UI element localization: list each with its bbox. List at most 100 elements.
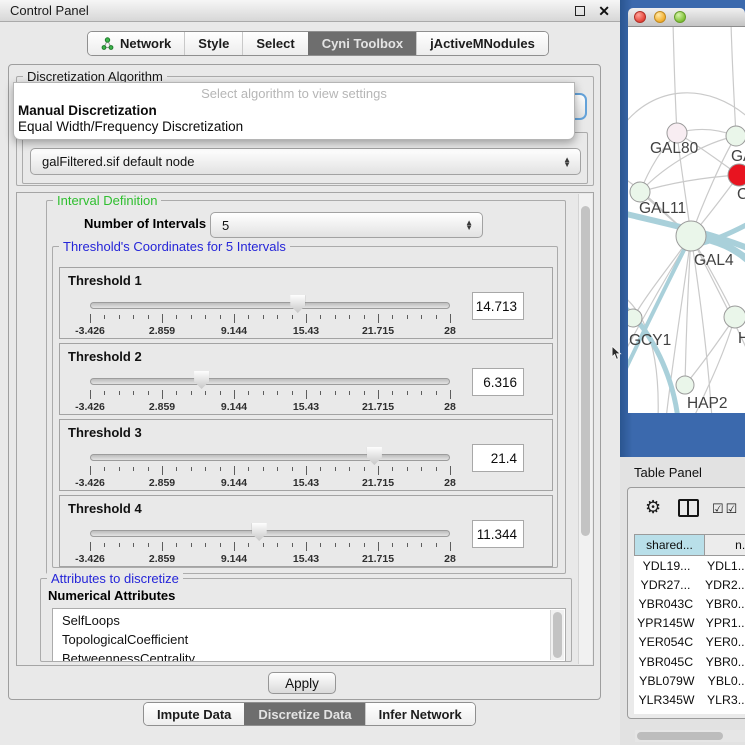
table-cell-name: YPR1... <box>698 616 745 630</box>
slider-tick-labels: -3.4262.8599.14415.4321.71528 <box>90 401 450 413</box>
tick-label: 9.144 <box>221 325 247 337</box>
network-canvas[interactable]: GAL80GACGAL11GAL4GCY1HHAP2 <box>628 27 745 413</box>
table-row[interactable]: YIL052CYIL0... <box>634 710 745 715</box>
table-row[interactable]: YDR27...YDR2... <box>634 575 745 594</box>
scrollbar-thumb[interactable] <box>637 732 723 740</box>
column-header-shared[interactable]: shared... <box>634 534 705 556</box>
dropdown-option-manual-discretization[interactable]: Manual Discretization <box>16 103 572 119</box>
tick-label: 2.859 <box>149 553 175 565</box>
network-node-gcy1[interactable] <box>628 309 642 327</box>
threshold-slider[interactable] <box>90 530 450 537</box>
tick-mark <box>450 466 451 475</box>
slider-track[interactable] <box>90 302 450 309</box>
scrollbar-thumb[interactable] <box>553 612 562 658</box>
slider-track[interactable] <box>90 378 450 385</box>
tick-mark <box>191 467 192 471</box>
threshold-value-field[interactable]: 6.316 <box>472 368 524 396</box>
close-traffic-light[interactable] <box>634 11 646 23</box>
table-row[interactable]: YPR145WYPR1... <box>634 614 745 633</box>
network-node-gal4[interactable] <box>676 221 706 251</box>
network-node-label: GAL11 <box>639 200 686 217</box>
threshold-value-field[interactable]: 11.344 <box>472 520 524 548</box>
network-node-c[interactable] <box>728 164 745 186</box>
tick-mark <box>349 315 350 319</box>
tick-mark <box>349 467 350 471</box>
table-cell-name: YBR0... <box>698 655 745 669</box>
slider-track[interactable] <box>90 454 450 461</box>
attribute-list-item[interactable]: TopologicalCoefficient <box>62 630 549 649</box>
table-data-combobox[interactable]: galFiltered.sif default node ▲▼ <box>30 148 581 175</box>
threshold-slider[interactable] <box>90 454 450 461</box>
float-window-icon[interactable] <box>575 6 585 16</box>
tick-mark <box>320 543 321 547</box>
slider-thumb[interactable] <box>194 371 209 389</box>
dropdown-option-equal-width-frequency[interactable]: Equal Width/Frequency Discretization <box>16 119 572 135</box>
tick-mark <box>220 467 221 471</box>
slider-thumb[interactable] <box>367 447 382 465</box>
tick-mark <box>320 315 321 319</box>
threshold-value-field[interactable]: 14.713 <box>472 292 524 320</box>
tick-mark <box>392 543 393 547</box>
tick-mark <box>335 315 336 319</box>
threshold-slider[interactable] <box>90 302 450 309</box>
table-cell-name: YDR2... <box>697 578 745 592</box>
tick-mark <box>263 467 264 471</box>
slider-thumb[interactable] <box>290 295 305 313</box>
tick-mark <box>407 391 408 395</box>
table-row[interactable]: YDL19...YDL1... <box>634 556 745 575</box>
tick-mark <box>277 543 278 547</box>
tab-network[interactable]: Network <box>88 32 184 55</box>
network-node-hap2[interactable] <box>676 376 694 394</box>
tick-mark <box>205 391 206 395</box>
column-layout-icon[interactable] <box>678 499 699 517</box>
network-view-frame: GAL80GACGAL11GAL4GCY1HHAP2 <box>620 0 745 457</box>
number-of-intervals-combobox[interactable]: 5 ▲▼ <box>210 212 483 238</box>
network-node-ga[interactable] <box>726 126 745 146</box>
tick-mark <box>234 390 235 399</box>
tick-label: 9.144 <box>221 553 247 565</box>
gear-icon[interactable]: ⚙ <box>645 498 661 516</box>
attribute-list-item[interactable]: SelfLoops <box>62 611 549 630</box>
close-icon[interactable]: ✕ <box>598 4 610 18</box>
tick-mark <box>277 391 278 395</box>
threshold-label: Threshold 4 <box>68 501 142 516</box>
tick-mark <box>378 466 379 475</box>
column-visibility-icons[interactable]: ☑☑ <box>712 501 739 517</box>
table-row[interactable]: YBR043CYBR0... <box>634 594 745 613</box>
network-node-gal11[interactable] <box>630 182 650 202</box>
tab-infer-network[interactable]: Infer Network <box>365 703 475 725</box>
tab-discretize-data[interactable]: Discretize Data <box>244 703 364 725</box>
threshold-value-field[interactable]: 21.4 <box>472 444 524 472</box>
list-scrollbar[interactable] <box>550 610 564 660</box>
tick-mark <box>320 467 321 471</box>
tab-label: Select <box>256 36 294 51</box>
tab-jactivemnodules[interactable]: jActiveMNodules <box>416 32 548 55</box>
table-row[interactable]: YER054CYER0... <box>634 633 745 652</box>
tab-style[interactable]: Style <box>184 32 242 55</box>
tab-cyni-toolbox[interactable]: Cyni Toolbox <box>308 32 416 55</box>
threshold-slider[interactable] <box>90 378 450 385</box>
tick-mark <box>191 391 192 395</box>
tick-mark <box>277 315 278 319</box>
scrollbar-thumb[interactable] <box>581 206 590 536</box>
horizontal-scrollbar[interactable] <box>635 730 745 742</box>
column-header-name[interactable]: n... <box>705 534 745 556</box>
vertical-scrollbar[interactable] <box>578 194 592 664</box>
tick-label: 9.144 <box>221 477 247 489</box>
table-row[interactable]: YLR345WYLR3... <box>634 690 745 709</box>
slider-thumb[interactable] <box>252 523 267 541</box>
tick-mark <box>119 315 120 319</box>
tick-mark <box>306 314 307 323</box>
tick-mark <box>407 543 408 547</box>
slider-track[interactable] <box>90 530 450 537</box>
tab-impute-data[interactable]: Impute Data <box>144 703 244 725</box>
tick-label: -3.426 <box>75 401 105 413</box>
network-node-h[interactable] <box>724 306 745 328</box>
table-row[interactable]: YBL079WYBL0... <box>634 671 745 690</box>
minimize-traffic-light[interactable] <box>654 11 666 23</box>
attribute-list-item[interactable]: BetweennessCentrality <box>62 649 549 662</box>
apply-button[interactable]: Apply <box>268 672 336 694</box>
tab-select[interactable]: Select <box>242 32 307 55</box>
table-row[interactable]: YBR045CYBR0... <box>634 652 745 671</box>
zoom-traffic-light[interactable] <box>674 11 686 23</box>
